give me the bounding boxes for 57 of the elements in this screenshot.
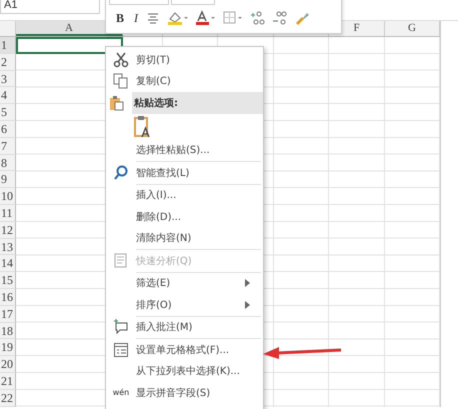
format-cells-icon bbox=[113, 342, 129, 358]
menu-item[interactable]: 删除(D)... bbox=[106, 206, 263, 228]
row-header[interactable]: 5 bbox=[0, 104, 16, 121]
comment-icon bbox=[113, 319, 129, 336]
row-header[interactable]: 10 bbox=[0, 188, 16, 205]
row-header[interactable]: 22 bbox=[0, 390, 16, 407]
row-header[interactable]: 7 bbox=[0, 138, 16, 155]
increase-decimal-icon[interactable] bbox=[250, 10, 266, 26]
menu-item[interactable]: 筛选(E) bbox=[106, 272, 263, 294]
row-header[interactable]: 15 bbox=[0, 272, 16, 289]
row-header[interactable]: 19 bbox=[0, 339, 16, 356]
menu-item[interactable]: 设置单元格格式(F)... bbox=[106, 339, 263, 360]
format-painter-icon[interactable] bbox=[294, 10, 310, 26]
italic-button[interactable]: I bbox=[132, 10, 140, 26]
borders-icon[interactable] bbox=[222, 10, 244, 26]
row-header[interactable]: 4 bbox=[0, 87, 16, 104]
copy-icon bbox=[113, 73, 129, 90]
decrease-decimal-icon[interactable] bbox=[272, 10, 288, 26]
menu-item[interactable]: 从下拉列表中选择(K)... bbox=[106, 360, 263, 382]
quick-analysis-icon bbox=[113, 252, 129, 269]
menu-item[interactable]: 清除内容(N) bbox=[106, 228, 263, 249]
name-box[interactable]: A1 bbox=[0, 0, 100, 14]
row-header[interactable]: 12 bbox=[0, 222, 16, 239]
column-header[interactable]: G bbox=[385, 21, 440, 36]
row-header[interactable]: 11 bbox=[0, 204, 16, 222]
menu-item[interactable]: wén 显示拼音字段(S) bbox=[106, 382, 263, 404]
row-header[interactable]: 17 bbox=[0, 306, 16, 323]
row-header[interactable]: 18 bbox=[0, 322, 16, 340]
row-header[interactable]: 9 bbox=[0, 171, 16, 188]
clipboard-icon bbox=[108, 94, 124, 111]
menu-section-title: 粘贴选项: bbox=[134, 96, 178, 110]
menu-item[interactable]: 排序(O) bbox=[106, 294, 263, 316]
row-header[interactable]: 14 bbox=[0, 255, 16, 272]
menu-item[interactable]: 插入(I)... bbox=[106, 184, 263, 206]
pinyin-icon: wén bbox=[112, 388, 130, 397]
row-header[interactable]: 6 bbox=[0, 120, 16, 138]
menu-item[interactable]: 智能查找(L) bbox=[106, 162, 263, 184]
row-header[interactable]: 8 bbox=[0, 154, 16, 172]
submenu-arrow-icon bbox=[245, 300, 251, 309]
row-header[interactable]: 1 bbox=[0, 37, 16, 54]
row-header[interactable]: 21 bbox=[0, 372, 16, 390]
row-header[interactable]: 16 bbox=[0, 288, 16, 306]
row-header[interactable]: 2 bbox=[0, 54, 16, 71]
menu-item[interactable]: 选择性粘贴(S)... bbox=[106, 140, 263, 161]
menu-item[interactable]: 复制(C) bbox=[106, 70, 263, 92]
menu-item[interactable]: 插入批注(M) bbox=[106, 316, 263, 338]
search-icon bbox=[113, 164, 129, 181]
submenu-arrow-icon bbox=[245, 279, 251, 288]
menu-item[interactable]: 剪切(T) bbox=[106, 49, 263, 70]
font-color-icon[interactable] bbox=[194, 10, 216, 26]
paste-values-icon[interactable] bbox=[134, 114, 152, 138]
align-center-icon[interactable] bbox=[146, 11, 160, 25]
row-header[interactable]: 20 bbox=[0, 356, 16, 373]
fill-color-icon[interactable] bbox=[166, 10, 188, 26]
row-header[interactable]: 3 bbox=[0, 70, 16, 88]
row-header[interactable]: 13 bbox=[0, 238, 16, 256]
scissors-icon bbox=[113, 52, 129, 68]
